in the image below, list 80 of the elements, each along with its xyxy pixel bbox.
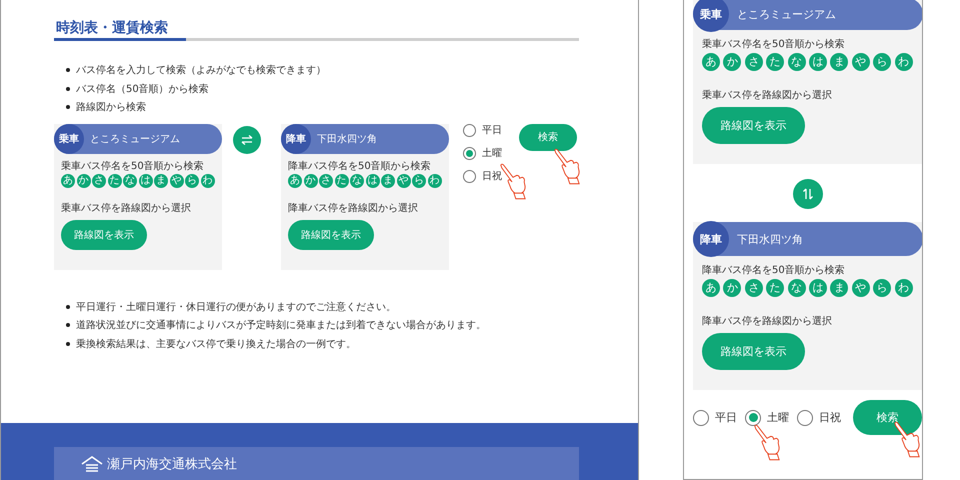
kana-button[interactable]: わ (428, 174, 442, 188)
stop-name: 下田水四ツ角 (317, 132, 377, 146)
stop-header[interactable]: 降車 下田水四ツ角 (281, 124, 449, 154)
method-text: バス停名を入力して検索（よみがなでも検索できます） (76, 64, 326, 78)
stop-header[interactable]: 乗車 ところミュージアム (693, 0, 922, 30)
day-label: 日祝 (482, 170, 502, 183)
day-label: 平日 (482, 124, 502, 137)
kana-button[interactable]: わ (894, 279, 913, 297)
kana-button[interactable]: あ (288, 174, 302, 188)
kana-button[interactable]: な (123, 174, 137, 188)
kana-button[interactable]: か (723, 53, 742, 71)
kana-label: 降車バス停名を50音順から検索 (702, 264, 845, 278)
note-text: 平日運行・土曜日運行・休日運行の便がありますのでご注意ください。 (76, 300, 396, 314)
route-map-button[interactable]: 路線図を表示 (702, 107, 805, 144)
stop-badge: 降車 (281, 124, 311, 154)
stop-header[interactable]: 乗車 ところミュージアム (54, 124, 222, 154)
search-button[interactable]: 検索 (519, 124, 577, 150)
page-title: 時刻表・運賃検索 (55, 19, 169, 38)
kana-button[interactable]: あ (702, 53, 720, 71)
map-label: 乗車バス停を路線図から選択 (61, 202, 191, 216)
kana-button[interactable]: ら (412, 174, 426, 188)
kana-button[interactable]: さ (744, 279, 763, 297)
note-text: 乗換検索結果は、主要なバス停で乗り換えた場合の一例です。 (76, 338, 356, 351)
kana-button[interactable]: ら (873, 279, 892, 297)
kana-button[interactable]: わ (894, 53, 913, 71)
kana-button[interactable]: は (808, 279, 827, 297)
day-label: 日祝 (819, 410, 841, 425)
stop-name: ところミュージアム (90, 132, 180, 146)
kana-button[interactable]: た (766, 53, 784, 71)
kana-label: 乗車バス停名を50音順から検索 (702, 38, 845, 52)
stop-badge: 降車 (693, 221, 729, 257)
kana-button[interactable]: や (852, 279, 870, 297)
search-button[interactable]: 検索 (853, 400, 922, 435)
stop-header[interactable]: 降車 下田水四ツ角 (693, 222, 922, 256)
kana-button[interactable]: か (723, 279, 742, 297)
stop-badge: 乗車 (54, 124, 84, 154)
kana-button[interactable]: か (304, 174, 318, 188)
stop-name: 下田水四ツ角 (737, 232, 803, 246)
kana-button[interactable]: た (108, 174, 122, 188)
kana-button[interactable]: な (788, 53, 806, 71)
map-label: 降車バス停を路線図から選択 (288, 202, 418, 216)
kana-button[interactable]: や (396, 174, 410, 188)
kana-button[interactable]: な (350, 174, 364, 188)
kana-button[interactable]: さ (744, 53, 763, 71)
kana-button[interactable]: な (788, 279, 806, 297)
kana-button[interactable]: や (170, 174, 184, 188)
kana-button[interactable]: ら (185, 174, 199, 188)
method-text: バス停名（50音順）から検索 (76, 82, 209, 96)
kana-label: 降車バス停名を50音順から検索 (288, 160, 431, 174)
kana-button[interactable]: あ (61, 174, 75, 188)
kana-button[interactable]: は (366, 174, 380, 188)
kana-button[interactable]: や (852, 53, 870, 71)
kana-button[interactable]: た (334, 174, 348, 188)
kana-button[interactable]: ま (381, 174, 395, 188)
note-text: 道路状況並びに交通事情によりバスが予定時刻に発車または到着できない場合があります。 (76, 318, 486, 332)
day-label: 土曜 (767, 410, 789, 425)
kana-button[interactable]: た (766, 279, 784, 297)
company-name: 瀬戸内海交通株式会社 (107, 456, 237, 472)
route-map-button[interactable]: 路線図を表示 (702, 333, 805, 370)
kana-button[interactable]: は (138, 174, 152, 188)
map-label: 降車バス停を路線図から選択 (702, 315, 832, 329)
stop-badge: 乗車 (693, 0, 729, 32)
kana-button[interactable]: か (76, 174, 90, 188)
stop-name: ところミュージアム (737, 6, 836, 22)
method-text: 路線図から検索 (76, 100, 146, 114)
day-label: 土曜 (482, 146, 502, 160)
kana-button[interactable]: ま (830, 53, 848, 71)
map-label: 乗車バス停を路線図から選択 (702, 89, 832, 103)
route-map-button[interactable]: 路線図を表示 (288, 220, 374, 250)
kana-button[interactable]: ま (830, 279, 848, 297)
kana-button[interactable]: あ (702, 279, 720, 297)
route-map-button[interactable]: 路線図を表示 (61, 220, 147, 250)
day-label: 平日 (715, 410, 737, 425)
kana-button[interactable]: さ (92, 174, 106, 188)
kana-button[interactable]: ら (873, 53, 892, 71)
kana-button[interactable]: さ (319, 174, 333, 188)
kana-label: 乗車バス停名を50音順から検索 (61, 160, 204, 174)
kana-button[interactable]: わ (200, 174, 214, 188)
kana-button[interactable]: は (808, 53, 827, 71)
kana-button[interactable]: ま (154, 174, 168, 188)
